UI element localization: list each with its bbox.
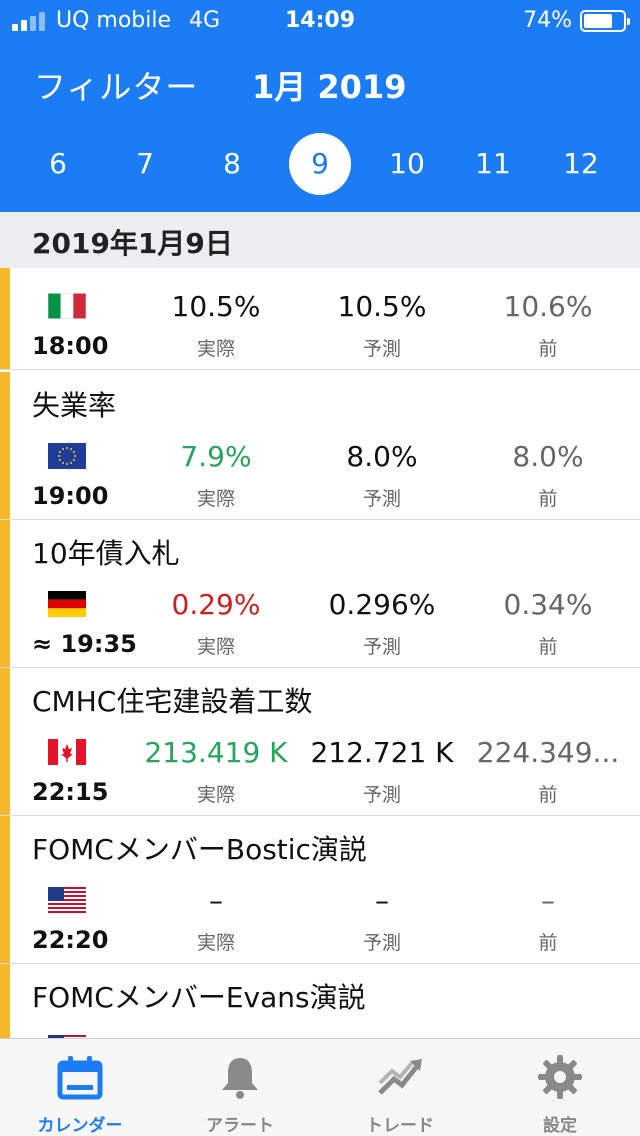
previous-value: 10.6% xyxy=(503,290,593,323)
filter-button[interactable]: フィルター xyxy=(34,62,198,108)
event-row[interactable]: 18:00 10.5% 10.5% 10.6% 実際 予測 前 xyxy=(0,268,640,370)
event-time: ≈ 19:35 xyxy=(32,630,137,658)
day-8[interactable]: 8 xyxy=(201,133,263,195)
event-row[interactable]: FOMCメンバーEvans演説 xyxy=(0,964,640,1038)
battery-percent: 74% xyxy=(523,8,572,33)
event-row[interactable]: 失業率 19:00 7.9% 8.0% 8.0% 実際 予測 前 xyxy=(0,372,640,520)
tab-label: トレード xyxy=(366,1116,434,1136)
event-list[interactable]: 18:00 10.5% 10.5% 10.6% 実際 予測 前 失業率 19:0… xyxy=(0,268,640,1038)
previous-value: 224.349... xyxy=(476,736,620,769)
importance-bar xyxy=(0,668,10,815)
importance-bar xyxy=(0,520,10,667)
previous-label: 前 xyxy=(538,338,558,360)
actual-label: 実際 xyxy=(196,488,235,510)
forecast-value: 8.0% xyxy=(346,440,418,473)
event-title: 10年債入札 xyxy=(32,537,180,570)
italy-flag-icon xyxy=(48,293,86,319)
day-12[interactable]: 12 xyxy=(550,133,612,195)
previous-label: 前 xyxy=(538,784,558,806)
forecast-label: 予測 xyxy=(362,488,401,510)
bell-icon xyxy=(222,1058,258,1099)
status-bar: UQ mobile 4G 14:09 74% xyxy=(0,0,640,40)
forecast-value: 212.721 K xyxy=(310,736,454,769)
app-header: UQ mobile 4G 14:09 74% フィルター 1月 2019 6 7… xyxy=(0,0,640,212)
actual-value: 10.5% xyxy=(171,290,261,323)
forecast-label: 予測 xyxy=(362,932,401,954)
tab-trade[interactable]: トレード xyxy=(320,1039,480,1136)
day-9-selected[interactable]: 9 xyxy=(289,133,351,195)
event-row[interactable]: FOMCメンバーBostic演説 22:20 – – – 実際 予測 前 xyxy=(0,816,640,964)
date-section-header: 2019年1月9日 xyxy=(0,212,640,268)
previous-value: 8.0% xyxy=(512,440,584,473)
event-title: CMHC住宅建設着工数 xyxy=(32,685,313,718)
importance-bar xyxy=(0,372,10,519)
tab-alert[interactable]: アラート xyxy=(160,1039,320,1136)
tab-calendar[interactable]: カレンダー xyxy=(0,1039,160,1136)
day-7[interactable]: 7 xyxy=(114,133,176,195)
day-6[interactable]: 6 xyxy=(27,133,89,195)
month-title[interactable]: 1月 2019 xyxy=(252,62,406,108)
event-time: 22:20 xyxy=(32,926,109,954)
importance-bar xyxy=(0,268,10,369)
importance-bar xyxy=(0,816,10,963)
previous-value: – xyxy=(541,884,555,917)
event-title: FOMCメンバーEvans演説 xyxy=(32,981,366,1014)
actual-label: 実際 xyxy=(196,636,235,658)
actual-label: 実際 xyxy=(196,932,235,954)
event-time: 22:15 xyxy=(32,778,109,806)
event-title: FOMCメンバーBostic演説 xyxy=(32,833,367,866)
actual-value: 213.419 K xyxy=(144,736,288,769)
forecast-value: – xyxy=(375,884,389,917)
forecast-label: 予測 xyxy=(362,338,401,360)
date-label: 2019年1月9日 xyxy=(32,227,233,260)
tab-bar: カレンダー アラート トレード 設定 xyxy=(0,1038,640,1136)
tab-label: 設定 xyxy=(543,1116,577,1136)
trend-icon xyxy=(378,1059,422,1095)
previous-label: 前 xyxy=(538,932,558,954)
forecast-label: 予測 xyxy=(362,636,401,658)
canada-flag-icon xyxy=(48,739,86,765)
usa-flag-icon xyxy=(48,887,86,913)
forecast-value: 10.5% xyxy=(337,290,427,323)
battery-icon xyxy=(580,9,630,32)
status-right: 74% xyxy=(523,8,630,33)
forecast-value: 0.296% xyxy=(328,588,436,621)
previous-label: 前 xyxy=(538,488,558,510)
importance-bar xyxy=(0,964,10,1038)
event-row[interactable]: CMHC住宅建設着工数 22:15 213.419 K 212.721 K 22… xyxy=(0,668,640,816)
actual-label: 実際 xyxy=(196,784,235,806)
day-10[interactable]: 10 xyxy=(376,133,438,195)
day-strip: 6 7 8 9 10 11 12 xyxy=(0,133,640,199)
actual-label: 実際 xyxy=(196,338,235,360)
tab-settings[interactable]: 設定 xyxy=(480,1039,640,1136)
event-time: 18:00 xyxy=(32,332,109,360)
eu-flag-icon xyxy=(48,443,86,469)
event-title: 失業率 xyxy=(32,389,117,422)
calendar-icon xyxy=(57,1056,103,1100)
forecast-label: 予測 xyxy=(362,784,401,806)
actual-value: 7.9% xyxy=(180,440,252,473)
previous-value: 0.34% xyxy=(503,588,593,621)
tab-label: カレンダー xyxy=(37,1116,123,1136)
previous-label: 前 xyxy=(538,636,558,658)
event-time: 19:00 xyxy=(32,482,109,510)
event-row[interactable]: 10年債入札 ≈ 19:35 0.29% 0.296% 0.34% 実際 予測 … xyxy=(0,520,640,668)
actual-value: 0.29% xyxy=(171,588,261,621)
actual-value: – xyxy=(209,884,223,917)
tab-label: アラート xyxy=(206,1116,274,1136)
gear-icon xyxy=(538,1055,582,1099)
germany-flag-icon xyxy=(48,591,86,617)
day-11[interactable]: 11 xyxy=(462,133,524,195)
